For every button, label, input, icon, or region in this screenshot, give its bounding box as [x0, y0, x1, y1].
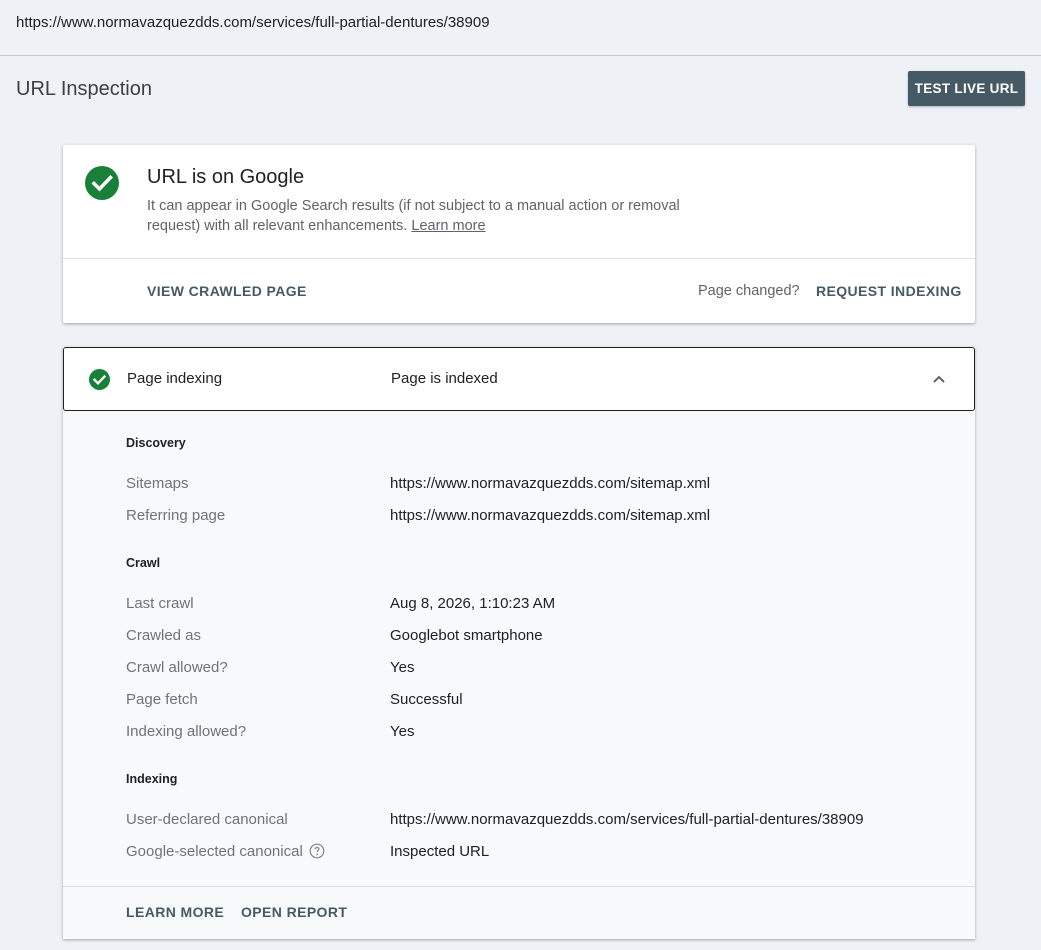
page-indexing-value: Page is indexed: [391, 370, 498, 387]
status-heading: URL is on Google: [147, 166, 305, 188]
divider: [63, 886, 975, 887]
user-canonical-label: User-declared canonical: [126, 811, 288, 828]
crawl-allowed-label: Crawl allowed?: [126, 659, 228, 676]
page-fetch-label: Page fetch: [126, 691, 198, 708]
status-description: It can appear in Google Search results (…: [147, 196, 727, 236]
last-crawl-value: Aug 8, 2026, 1:10:23 AM: [390, 595, 556, 612]
sitemaps-value: https://www.normavazquezdds.com/sitemap.…: [390, 475, 711, 492]
page-title: URL Inspection: [16, 78, 152, 100]
divider: [63, 258, 975, 259]
crawl-section-title: Crawl: [126, 556, 161, 570]
inspected-url: https://www.normavazquezdds.com/services…: [16, 14, 490, 31]
open-report-button[interactable]: OPEN REPORT: [241, 904, 347, 920]
page-changed-text: Page changed?: [698, 283, 800, 299]
test-live-url-button[interactable]: TEST LIVE URL: [908, 71, 1025, 106]
view-crawled-page-button[interactable]: VIEW CRAWLED PAGE: [147, 283, 307, 299]
indexing-allowed-label: Indexing allowed?: [126, 723, 247, 740]
request-indexing-button[interactable]: REQUEST INDEXING: [816, 283, 962, 299]
user-canonical-value: https://www.normavazquezdds.com/services…: [390, 811, 864, 828]
page-indexing-panel: Page indexing Page is indexed Discovery …: [63, 347, 975, 939]
indexing-section-title: Indexing: [126, 772, 178, 786]
page-fetch-value: Successful: [390, 691, 463, 708]
google-canonical-label: Google-selected canonical: [126, 843, 303, 860]
sitemaps-label: Sitemaps: [126, 475, 189, 492]
page-indexing-label: Page indexing: [127, 370, 223, 387]
discovery-section-title: Discovery: [126, 436, 186, 450]
check-circle-icon: [85, 166, 119, 200]
referring-page-label: Referring page: [126, 507, 226, 524]
crawled-as-label: Crawled as: [126, 627, 202, 644]
check-circle-icon: [89, 369, 110, 390]
help-icon[interactable]: [309, 843, 325, 859]
chevron-up-icon[interactable]: [930, 372, 948, 386]
crawled-as-value: Googlebot smartphone: [390, 627, 543, 644]
google-canonical-value: Inspected URL: [390, 843, 490, 860]
indexing-allowed-value: Yes: [390, 723, 415, 740]
crawl-allowed-value: Yes: [390, 659, 415, 676]
index-status-card: URL is on Google It can appear in Google…: [63, 145, 975, 323]
page-indexing-header[interactable]: Page indexing Page is indexed: [63, 347, 975, 411]
google-canonical-row-label: Google-selected canonical: [126, 843, 325, 860]
learn-more-button[interactable]: LEARN MORE: [126, 904, 224, 920]
inspected-url-bar: https://www.normavazquezdds.com/services…: [0, 0, 1041, 56]
learn-more-link[interactable]: Learn more: [411, 218, 485, 234]
referring-page-value: https://www.normavazquezdds.com/sitemap.…: [390, 507, 711, 524]
last-crawl-label: Last crawl: [126, 595, 194, 612]
